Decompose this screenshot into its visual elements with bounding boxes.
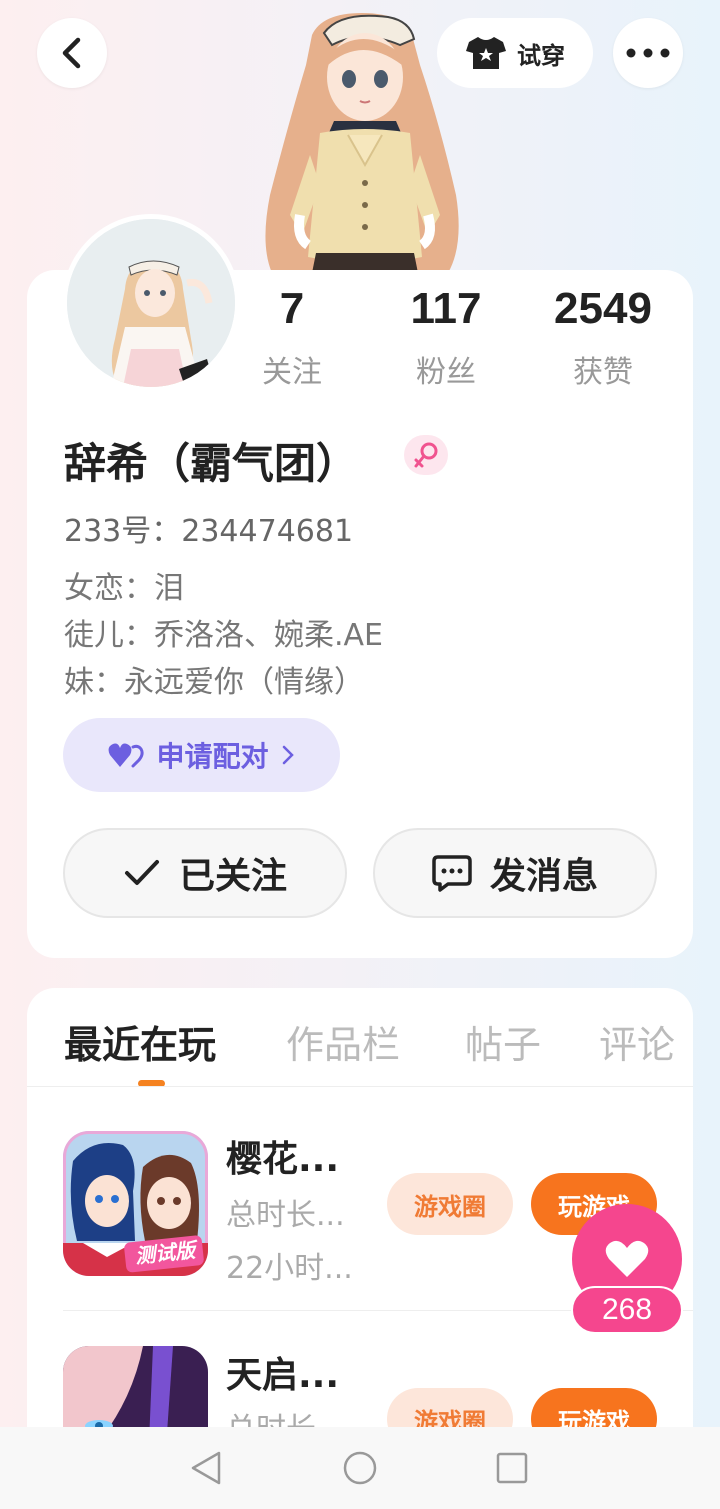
bio-line: 徒儿：乔洛洛、婉柔.AE bbox=[64, 618, 384, 653]
apply-pair-button[interactable]: 申请配对 bbox=[63, 718, 340, 792]
nav-back-button[interactable] bbox=[186, 1448, 226, 1488]
followed-button[interactable]: 已关注 bbox=[63, 828, 347, 918]
try-on-label: 试穿 bbox=[517, 41, 565, 70]
followed-label: 已关注 bbox=[178, 856, 287, 897]
chat-bubble-icon bbox=[432, 855, 472, 892]
avatar[interactable] bbox=[62, 214, 240, 392]
character-figure-image bbox=[265, 13, 459, 273]
game-circle-button[interactable]: 游戏圈 bbox=[387, 1173, 513, 1235]
heart-icon bbox=[605, 1240, 649, 1277]
bio-line: 妹：永远爱你（情缘） bbox=[64, 665, 364, 700]
check-icon bbox=[124, 860, 159, 885]
more-button[interactable] bbox=[613, 18, 683, 88]
likes-label: 获赞 bbox=[573, 355, 633, 390]
triangle-back-icon bbox=[191, 1451, 221, 1485]
fans-label: 粉丝 bbox=[416, 355, 476, 390]
game-total-time-label: 总时长... bbox=[226, 1198, 345, 1233]
tab-divider bbox=[27, 1086, 693, 1087]
send-message-button[interactable]: 发消息 bbox=[373, 828, 657, 918]
stat-fans[interactable]: 117 粉丝 bbox=[376, 283, 516, 391]
bio: 女恋：泪 徒儿：乔洛洛、婉柔.AE 妹：永远爱你（情缘） bbox=[64, 565, 383, 706]
female-icon bbox=[414, 442, 438, 468]
bio-line: 女恋：泪 bbox=[64, 571, 184, 606]
nav-recents-button[interactable] bbox=[492, 1448, 532, 1488]
gender-badge bbox=[404, 435, 448, 475]
nickname: 辞希（霸气团） bbox=[64, 439, 359, 488]
more-dots-icon bbox=[626, 48, 670, 58]
apply-pair-label: 申请配对 bbox=[156, 740, 269, 773]
fans-count: 117 bbox=[410, 284, 482, 333]
tab-comments[interactable]: 评论 bbox=[599, 1014, 675, 1069]
circle-home-icon bbox=[343, 1451, 377, 1485]
user-id: 233号：234474681 bbox=[64, 514, 354, 549]
stat-likes[interactable]: 2549 获赞 bbox=[533, 283, 673, 391]
game-total-time-value: 22小时... bbox=[226, 1251, 353, 1286]
likes-count: 2549 bbox=[554, 284, 652, 333]
tab-works[interactable]: 作品栏 bbox=[286, 1014, 400, 1069]
following-count: 7 bbox=[279, 284, 305, 333]
chevron-right-icon bbox=[282, 745, 294, 765]
following-label: 关注 bbox=[262, 355, 322, 390]
stat-following[interactable]: 7 关注 bbox=[222, 283, 362, 391]
system-navigation-bar bbox=[0, 1427, 720, 1509]
game-title[interactable]: 樱花... bbox=[226, 1130, 339, 1182]
back-button[interactable] bbox=[37, 18, 107, 88]
tab-posts[interactable]: 帖子 bbox=[465, 1014, 541, 1069]
tab-recently-played[interactable]: 最近在玩 bbox=[64, 1014, 216, 1069]
game-title[interactable]: 天启... bbox=[226, 1346, 339, 1398]
chevron-left-icon bbox=[62, 37, 81, 69]
avatar-image bbox=[67, 219, 235, 387]
nav-home-button[interactable] bbox=[340, 1448, 380, 1488]
send-message-label: 发消息 bbox=[489, 856, 598, 897]
like-count: 268 bbox=[571, 1286, 683, 1334]
square-recents-icon bbox=[496, 1452, 528, 1484]
double-heart-icon bbox=[109, 743, 145, 768]
game-icon[interactable]: 测试版 bbox=[63, 1131, 208, 1276]
